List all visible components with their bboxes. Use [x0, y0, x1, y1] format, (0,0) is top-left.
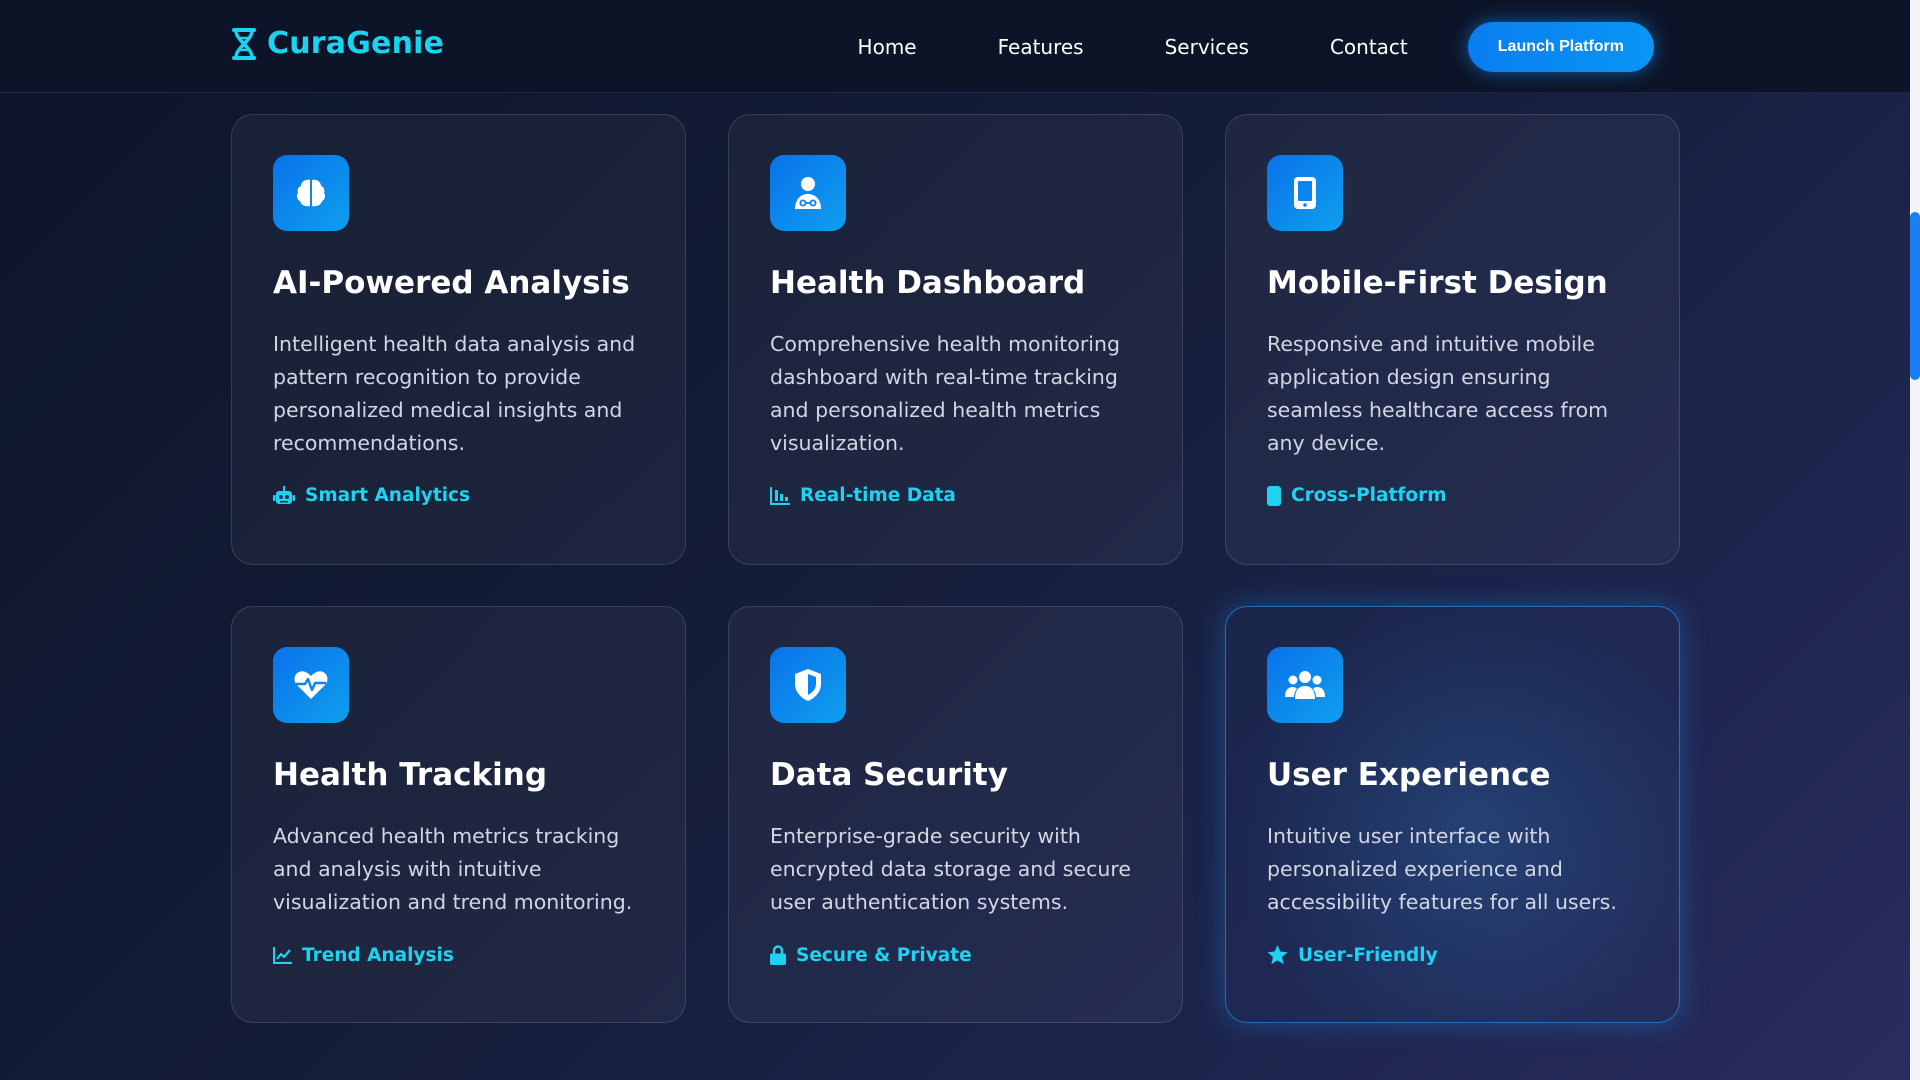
feature-tag-label: Real-time Data	[800, 485, 956, 507]
dna-icon	[232, 27, 256, 60]
nav-link-features[interactable]: Features	[998, 35, 1084, 59]
robot-icon	[273, 485, 295, 504]
features-grid: AI-Powered Analysis Intelligent health d…	[231, 114, 1681, 1023]
feature-tag-label: Smart Analytics	[305, 485, 471, 507]
feature-tag-label: Trend Analysis	[302, 944, 454, 966]
feature-description: Intelligent health data analysis and pat…	[273, 332, 636, 455]
lock-icon	[770, 945, 786, 966]
feature-description: Responsive and intuitive mobile applicat…	[1267, 332, 1609, 455]
feature-tag-label: Cross-Platform	[1291, 485, 1447, 507]
nav-menu: Home Features Services Contact Launch Pl…	[858, 0, 1654, 93]
feature-icon-tile	[1267, 647, 1343, 723]
feature-tag-label: User-Friendly	[1298, 944, 1438, 966]
feature-title: Data Security	[770, 757, 1008, 793]
brain-icon	[296, 179, 326, 207]
star-icon	[1267, 945, 1288, 965]
feature-title: Mobile-First Design	[1267, 265, 1608, 301]
heart-pulse-icon	[294, 671, 328, 699]
nav-link-home[interactable]: Home	[858, 35, 917, 59]
feature-tag: Smart Analytics	[273, 485, 645, 506]
scrollbar-thumb[interactable]	[1910, 212, 1920, 380]
feature-description: Intuitive user interface with personaliz…	[1267, 824, 1617, 914]
mobile-icon	[1294, 177, 1316, 209]
feature-title: Health Dashboard	[770, 265, 1086, 301]
feature-description: Comprehensive health monitoring dashboar…	[770, 332, 1120, 455]
doctor-icon	[795, 177, 821, 209]
feature-card-user-experience[interactable]: User Experience Intuitive user interface…	[1225, 606, 1680, 1023]
feature-card-ai-analysis[interactable]: AI-Powered Analysis Intelligent health d…	[231, 114, 686, 565]
brand-logo[interactable]: CuraGenie	[231, 26, 444, 61]
navbar: CuraGenie Home Features Services Contact…	[0, 0, 1910, 93]
shield-icon	[795, 669, 821, 701]
line-chart-icon	[273, 946, 292, 964]
mobile-icon	[1267, 485, 1281, 506]
feature-description: Advanced health metrics tracking and ana…	[273, 824, 633, 914]
feature-description: Enterprise-grade security with encrypted…	[770, 824, 1131, 914]
feature-tag: Cross-Platform	[1267, 485, 1639, 506]
feature-tag: User-Friendly	[1267, 945, 1639, 966]
feature-icon-tile	[1267, 155, 1343, 231]
users-icon	[1285, 671, 1325, 699]
feature-card-mobile-first[interactable]: Mobile-First Design Responsive and intui…	[1225, 114, 1680, 565]
bar-chart-icon	[770, 486, 790, 505]
launch-platform-button[interactable]: Launch Platform	[1467, 21, 1654, 72]
feature-tag-label: Secure & Private	[796, 944, 972, 966]
feature-icon-tile	[273, 155, 349, 231]
feature-title: Health Tracking	[273, 757, 548, 793]
feature-card-health-dashboard[interactable]: Health Dashboard Comprehensive health mo…	[728, 114, 1183, 565]
feature-tag: Trend Analysis	[273, 945, 645, 966]
scrollbar-track[interactable]	[1910, 0, 1920, 1080]
feature-icon-tile	[770, 647, 846, 723]
feature-tag: Real-time Data	[770, 485, 1142, 506]
feature-card-health-tracking[interactable]: Health Tracking Advanced health metrics …	[231, 606, 686, 1023]
nav-link-services[interactable]: Services	[1165, 35, 1249, 59]
feature-title: User Experience	[1267, 757, 1551, 793]
feature-title: AI-Powered Analysis	[273, 265, 630, 301]
feature-icon-tile	[770, 155, 846, 231]
feature-icon-tile	[273, 647, 349, 723]
feature-card-data-security[interactable]: Data Security Enterprise-grade security …	[728, 606, 1183, 1023]
brand-name: CuraGenie	[267, 26, 445, 61]
feature-tag: Secure & Private	[770, 945, 1142, 966]
nav-link-contact[interactable]: Contact	[1330, 35, 1408, 59]
